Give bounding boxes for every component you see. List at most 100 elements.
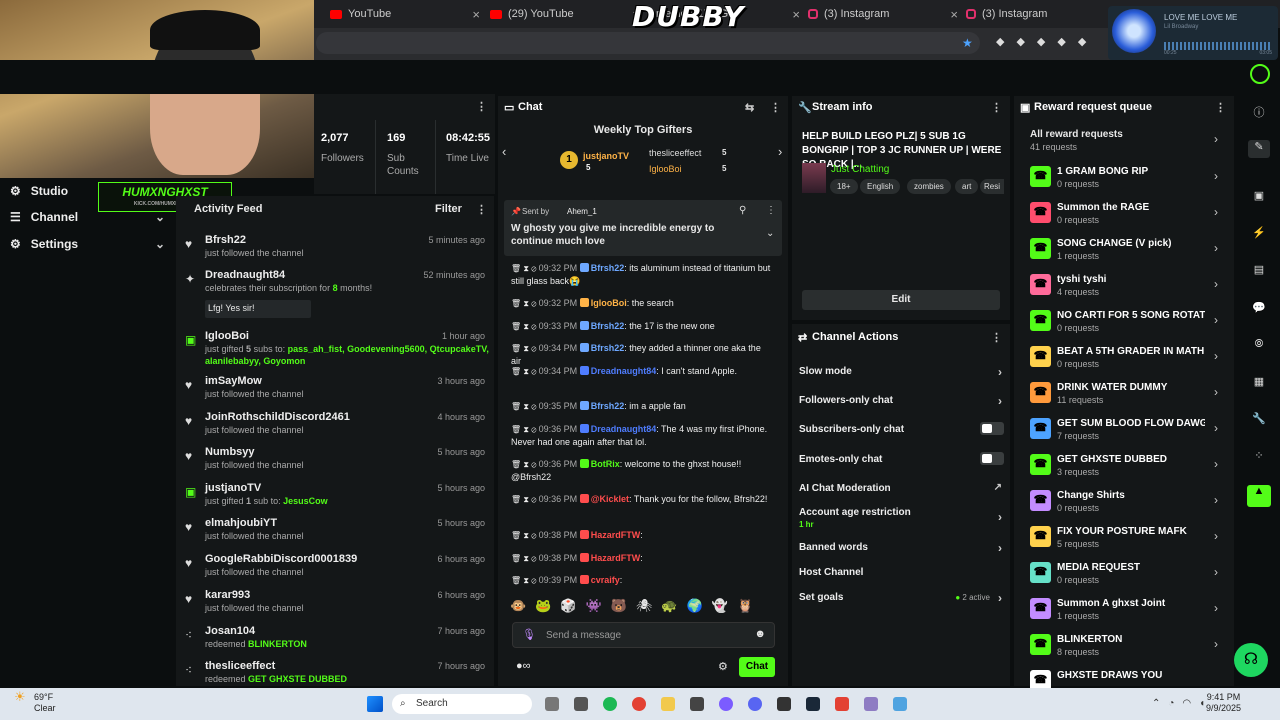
layers-icon[interactable]: ▦ (1250, 375, 1268, 393)
task-view-icon[interactable] (574, 697, 588, 711)
notepad-icon[interactable] (893, 697, 907, 711)
chevron-right-icon[interactable]: › (778, 144, 782, 159)
chat-username[interactable]: HazardFTW (591, 553, 641, 563)
taskbar-clock[interactable]: 9:41 PM 9/9/2025 (1206, 692, 1241, 714)
channel-action-item[interactable]: AI Chat Moderation ↗ (799, 482, 1004, 494)
close-icon[interactable]: × (472, 7, 480, 22)
chat-message[interactable]: 🗑 ⧗ ⊘ 09:38 PM HazardFTW: (511, 529, 773, 542)
weather-widget[interactable]: ☀ 69°F Clear (14, 690, 56, 713)
steam-icon[interactable] (806, 697, 820, 711)
chat-message[interactable]: 🗑 ⧗ ⊘ 09:33 PM Bfrsh22: the 17 is the ne… (511, 320, 773, 333)
mod-tools-icon[interactable]: 🗑 ⧗ ⊘ (511, 367, 539, 376)
windows-start-icon[interactable] (367, 696, 383, 712)
mod-tools-icon[interactable]: 🗑 ⧗ ⊘ (511, 554, 539, 563)
system-tray-icons[interactable]: ⌃◔◠◖ (1152, 698, 1213, 709)
channel-action-item[interactable]: Emotes-only chat (799, 452, 1004, 465)
chat-username[interactable]: IglooBoi (591, 298, 627, 308)
browser-tab[interactable]: (3) Instagram× (966, 4, 1116, 24)
chat-username[interactable]: Dreadnaught84 (591, 424, 657, 434)
channel-points-icon[interactable]: ●∞ (516, 660, 531, 672)
browser-tab[interactable]: YouTube × (330, 4, 480, 24)
broadcast-icon[interactable]: ⦾ (1250, 338, 1268, 356)
bookmark-star-icon[interactable]: ★ (962, 36, 973, 50)
toggle-switch[interactable] (980, 422, 1004, 435)
more-icon[interactable]: ⋮ (991, 331, 1002, 344)
emoji-icon[interactable]: ☻ (754, 628, 766, 640)
chat-username[interactable]: Bfrsh22 (591, 343, 625, 353)
browser-tab[interactable]: (29) YouTube × (490, 4, 640, 24)
mod-tools-icon[interactable]: 🗑 ⧗ ⊘ (511, 344, 539, 353)
folder-icon[interactable] (661, 697, 675, 711)
unpin-icon[interactable]: ⚲ (739, 205, 746, 216)
channel-action-item[interactable]: Account age restriction 1 hr › (799, 507, 1004, 529)
layout-icon[interactable]: ▣ (1250, 189, 1268, 207)
chrome-icon[interactable] (632, 697, 646, 711)
chat-username[interactable]: Dreadnaught84 (591, 366, 657, 376)
obs-icon[interactable] (690, 697, 704, 711)
mic-icon[interactable]: 🎙 (522, 628, 536, 641)
pencil-icon[interactable]: ✎ (1248, 140, 1270, 158)
nav-settings[interactable]: ⚙ Settings ⌄ (10, 237, 165, 251)
lightning-icon[interactable]: ⚡ (1250, 226, 1268, 244)
more-icon[interactable]: ⋮ (476, 100, 487, 113)
channel-action-item[interactable]: Set goals › ● 2 active (799, 591, 1004, 605)
chat-username[interactable]: HazardFTW (591, 530, 641, 540)
stream-tag[interactable]: art (955, 179, 979, 194)
chat-bubble-icon[interactable]: 💬 (1250, 301, 1268, 319)
channel-action-item[interactable]: Banned words › (799, 541, 1004, 555)
stream-tag[interactable]: English (860, 179, 901, 194)
stream-tag[interactable]: zombies (907, 179, 951, 194)
mod-tools-icon[interactable]: 🗑 ⧗ ⊘ (511, 299, 539, 308)
channel-action-item[interactable]: Host Channel (799, 567, 1004, 578)
stream-tag[interactable]: Resi (980, 179, 1004, 194)
chat-username[interactable]: BotRix (591, 459, 620, 469)
mod-tools-icon[interactable]: 🗑 ⧗ ⊘ (511, 531, 539, 540)
chat-message[interactable]: 🗑 ⧗ ⊘ 09:32 PM Bfrsh22: its aluminum ins… (511, 262, 773, 288)
channel-action-item[interactable]: Followers-only chat › (799, 394, 1004, 408)
extension-icons[interactable]: ◆◆◆◆◆ (996, 35, 1098, 48)
tools-icon[interactable]: 🔧 (1250, 412, 1268, 430)
mod-tools-icon[interactable]: 🗑 ⧗ ⊘ (511, 460, 539, 469)
discord-icon[interactable] (748, 697, 762, 711)
help-button[interactable]: ☊ (1234, 643, 1268, 677)
channel-action-item[interactable]: Slow mode › (799, 365, 1004, 379)
close-icon[interactable]: × (792, 7, 800, 22)
chat-input[interactable]: 🎙 Send a message ☻ (512, 622, 775, 648)
app-icon[interactable] (719, 697, 733, 711)
more-icon[interactable]: ⋮ (991, 101, 1002, 114)
address-bar[interactable] (316, 32, 980, 54)
stream-tag[interactable]: 18+ (830, 179, 858, 194)
taskbar-search[interactable]: ⌕ Search (392, 694, 532, 714)
chat-message[interactable]: 🗑 ⧗ ⊘ 09:34 PM Dreadnaught84: I can't st… (511, 365, 773, 378)
mod-tools-icon[interactable]: 🗑 ⧗ ⊘ (511, 322, 539, 331)
chat-message[interactable]: 🗑 ⧗ ⊘ 09:38 PM HazardFTW: (511, 552, 773, 565)
mod-tools-icon[interactable]: 🗑 ⧗ ⊘ (511, 264, 539, 273)
file-explorer-icon[interactable] (545, 697, 559, 711)
nav-channel[interactable]: ☰ Channel ⌄ (10, 210, 165, 224)
app-icon[interactable] (864, 697, 878, 711)
app-icon[interactable] (835, 697, 849, 711)
profile-avatar[interactable] (1250, 64, 1270, 84)
mod-tools-icon[interactable]: 🗑 ⧗ ⊘ (511, 495, 539, 504)
close-icon[interactable]: × (950, 7, 958, 22)
more-icon[interactable]: ⋮ (1215, 101, 1226, 114)
gear-icon[interactable]: ⚙ (718, 660, 728, 673)
chat-message[interactable]: 🗑 ⧗ ⊘ 09:35 PM Bfrsh22: im a apple fan (511, 400, 773, 413)
pinned-message[interactable]: 📌 Sent by Ahem_1 ⚲ ⋮ W ghosty you give m… (504, 200, 782, 256)
emote-bar[interactable]: 🐵🐸🎲👾🐻🕷🐢🌍👻🦉 (510, 598, 780, 618)
edit-stream-button[interactable]: Edit (802, 290, 1000, 310)
toggle-switch[interactable] (980, 452, 1004, 465)
chevron-left-icon[interactable]: ‹ (502, 144, 506, 159)
chat-message[interactable]: 🗑 ⧗ ⊘ 09:36 PM @Kicklet: Thank you for t… (511, 493, 773, 506)
media-widget[interactable]: LOVE ME LOVE ME Lil Broadway 00:25 03:05 (1108, 6, 1278, 60)
document-icon[interactable]: ▤ (1250, 263, 1268, 281)
chat-username[interactable]: Bfrsh22 (591, 321, 625, 331)
terminal-icon[interactable] (777, 697, 791, 711)
activity-filter-button[interactable]: Filter (435, 203, 462, 215)
channel-action-item[interactable]: Subscribers-only chat (799, 422, 1004, 435)
chat-username[interactable]: Bfrsh22 (591, 401, 625, 411)
mod-tools-icon[interactable]: 🗑 ⧗ ⊘ (511, 576, 539, 585)
send-chat-button[interactable]: Chat (739, 657, 775, 677)
more-icon[interactable]: ⋮ (476, 203, 487, 216)
mod-tools-icon[interactable]: 🗑 ⧗ ⊘ (511, 402, 539, 411)
